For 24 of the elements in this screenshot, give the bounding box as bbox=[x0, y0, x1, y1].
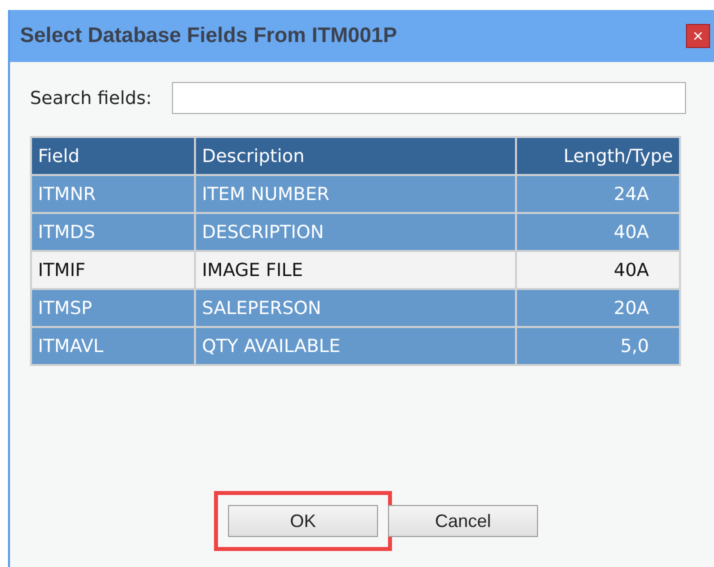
table-cell[interactable]: ITMAVL bbox=[31, 327, 195, 365]
table-cell[interactable]: ITMDS bbox=[31, 213, 195, 251]
column-header: Field bbox=[31, 137, 195, 175]
cancel-button[interactable]: Cancel bbox=[388, 505, 538, 537]
table-cell[interactable]: 24A bbox=[516, 175, 680, 213]
table-cell[interactable]: DESCRIPTION bbox=[195, 213, 516, 251]
table-cell[interactable]: ITMSP bbox=[31, 289, 195, 327]
column-header: Description bbox=[195, 137, 516, 175]
table-cell[interactable]: ITMNR bbox=[31, 175, 195, 213]
ok-button[interactable]: OK bbox=[228, 505, 378, 537]
table-cell[interactable]: 5,0 bbox=[516, 327, 680, 365]
table-cell[interactable]: SALEPERSON bbox=[195, 289, 516, 327]
search-label: Search fields: bbox=[30, 88, 152, 108]
table-cell[interactable]: 40A bbox=[516, 251, 680, 289]
table-cell[interactable]: ITMIF bbox=[31, 251, 195, 289]
table-cell[interactable]: ITEM NUMBER bbox=[195, 175, 516, 213]
close-button[interactable]: × bbox=[686, 24, 710, 48]
table-cell[interactable]: IMAGE FILE bbox=[195, 251, 516, 289]
table-cell[interactable]: 40A bbox=[516, 213, 680, 251]
table-cell[interactable]: QTY AVAILABLE bbox=[195, 327, 516, 365]
search-field[interactable] bbox=[172, 82, 686, 114]
window-title: Select Database Fields From ITM001P bbox=[20, 24, 397, 48]
column-header: Length/Type bbox=[516, 137, 680, 175]
table-cell[interactable]: 20A bbox=[516, 289, 680, 327]
